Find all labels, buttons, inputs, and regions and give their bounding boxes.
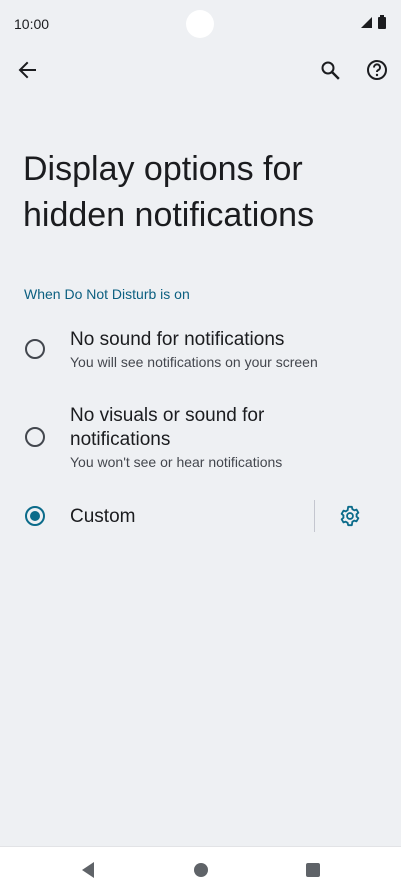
radio-button-selected[interactable] (25, 506, 45, 526)
status-time: 10:00 (14, 16, 50, 32)
camera-cutout (186, 10, 214, 38)
cell-signal-icon (361, 17, 372, 28)
option-title: No sound for notifications (70, 329, 285, 350)
back-button[interactable] (9, 52, 45, 88)
option-no-visuals-or-sound[interactable]: No visuals or sound for notifications Yo… (0, 400, 401, 474)
help-icon (367, 60, 387, 80)
option-no-sound[interactable]: No sound for notifications You will see … (0, 325, 401, 375)
search-icon (321, 61, 340, 80)
option-subtitle: You won't see or hear notifications (70, 454, 283, 470)
option-subtitle: You will see notifications on your scree… (70, 354, 318, 370)
arrow-back-icon (18, 61, 36, 79)
vertical-divider (314, 500, 315, 532)
radio-button[interactable] (25, 427, 45, 447)
page-title: Display options for hidden notifications (23, 150, 315, 234)
option-title: No visuals or sound for notifications (70, 405, 265, 450)
system-nav-bar (0, 846, 401, 892)
battery-icon (378, 15, 386, 29)
custom-settings-button[interactable] (334, 500, 366, 532)
option-custom[interactable]: Custom (0, 500, 310, 532)
nav-recents-square-icon[interactable] (303, 860, 323, 880)
option-title: Custom (70, 506, 136, 527)
nav-home-circle-icon[interactable] (191, 860, 211, 880)
search-button[interactable] (312, 52, 348, 88)
radio-button[interactable] (25, 339, 45, 359)
help-button[interactable] (359, 52, 395, 88)
status-bar: 10:00 (0, 0, 401, 48)
top-app-bar (0, 48, 401, 92)
section-header: When Do Not Disturb is on (24, 286, 190, 302)
gear-icon (340, 505, 360, 527)
nav-back-triangle-icon[interactable] (79, 860, 99, 880)
